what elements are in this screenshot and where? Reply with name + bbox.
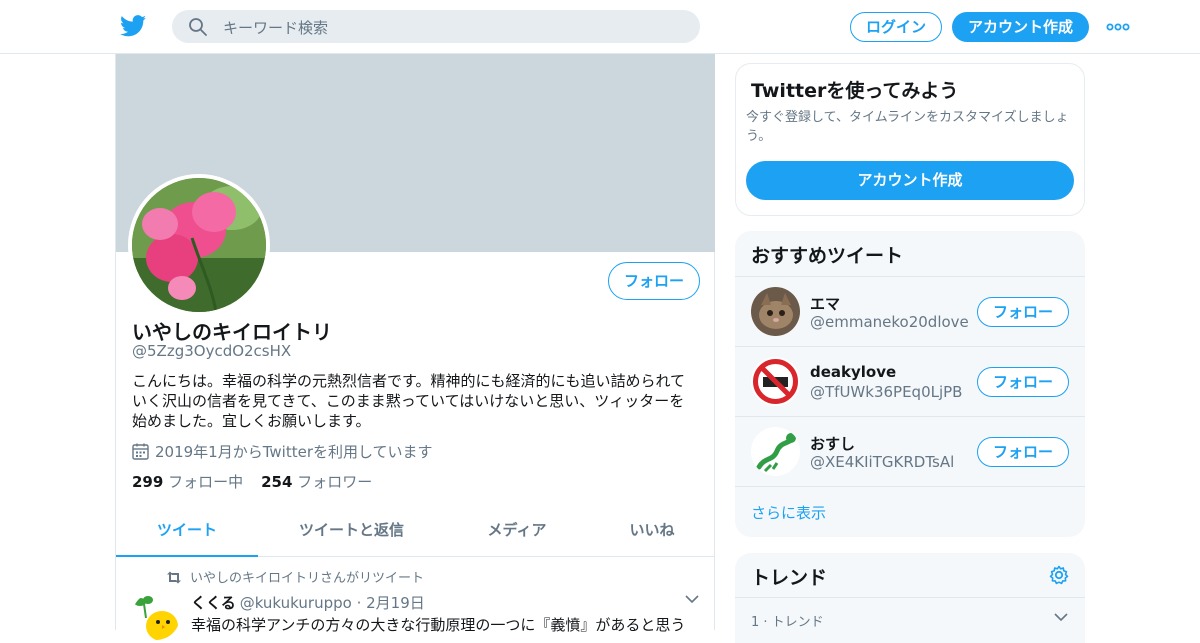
recommended-name[interactable]: おすし xyxy=(810,433,855,454)
divider xyxy=(735,597,1085,598)
avatar[interactable] xyxy=(751,427,800,476)
recommended-item[interactable]: deakylove @TfUWk36PEq0LjPB フォロー xyxy=(735,347,1085,417)
profile-handle: @5Zzg3OycdO2csHX xyxy=(132,342,292,360)
top-navigation-bar: キーワード検索 ログイン アカウント作成 xyxy=(0,0,1200,54)
gear-icon[interactable] xyxy=(1048,564,1070,586)
following-label: フォロー中 xyxy=(168,473,244,491)
flower-avatar-image xyxy=(132,178,266,312)
tab-tweets[interactable]: ツイート xyxy=(116,507,258,557)
trend-rank-label: 1 · トレンド xyxy=(751,615,824,630)
avatar[interactable] xyxy=(751,357,800,406)
search-box[interactable]: キーワード検索 xyxy=(172,10,700,43)
profile-avatar[interactable] xyxy=(128,174,270,316)
recommended-handle: @emmaneko20dlove xyxy=(810,313,969,331)
followers-link[interactable]: 254 フォロワー xyxy=(261,473,372,491)
signup-card-button[interactable]: アカウント作成 xyxy=(746,161,1074,200)
bio-line: いく沢山の信者を見てきて、このまま黙っていてはいけないと思い、ツィッターを xyxy=(132,392,685,410)
retweet-note-text: いやしのキイロイトリさんがリツイート xyxy=(190,571,425,586)
followers-count: 254 xyxy=(261,473,293,491)
following-count: 299 xyxy=(132,473,164,491)
search-icon xyxy=(189,18,207,36)
divider xyxy=(735,486,1085,487)
chevron-down-icon[interactable] xyxy=(684,591,700,607)
tweet-author-avatar[interactable] xyxy=(132,592,180,640)
avatar[interactable] xyxy=(751,287,800,336)
signup-card-title: Twitterを使ってみよう xyxy=(751,80,959,102)
profile-joined-date: 2019年1月からTwitterを利用しています xyxy=(132,441,433,462)
dragon-avatar-image xyxy=(751,427,800,476)
tweet-author-handle[interactable]: @kukukuruppo xyxy=(240,594,352,612)
calendar-icon xyxy=(132,443,149,460)
follow-button[interactable]: フォロー xyxy=(977,367,1069,397)
bio-line: こんにちは。幸福の科学の元熱烈信者です。精神的にも経済的にも追い詰められて xyxy=(132,372,686,390)
followers-label: フォロワー xyxy=(297,473,373,491)
signup-button[interactable]: アカウント作成 xyxy=(952,12,1089,42)
profile-name: いやしのキイロイトリ xyxy=(132,320,332,344)
following-link[interactable]: 299 フォロー中 xyxy=(132,473,243,491)
more-dots-icon[interactable] xyxy=(1106,18,1130,36)
recommended-name[interactable]: deakylove xyxy=(810,363,896,381)
login-button[interactable]: ログイン xyxy=(850,12,942,42)
profile-column: フォロー いやしのキイロイトリ @5Zzg3OycdO2csHX こんにちは。幸… xyxy=(115,54,715,640)
no-sign-avatar-image xyxy=(751,357,800,406)
tweet-text: 幸福の科学アンチの方々の大きな行動原理の一つに『義憤』があると思う xyxy=(191,616,686,634)
follow-button[interactable]: フォロー xyxy=(608,262,700,300)
profile-tabs: ツイート ツイートと返信 メディア いいね xyxy=(116,507,715,557)
tab-likes[interactable]: いいね xyxy=(589,507,715,557)
recommended-panel: おすすめツイート エマ @emmaneko20dlove フォロー deakyl… xyxy=(735,231,1085,537)
follow-button[interactable]: フォロー xyxy=(977,297,1069,327)
tab-tweets-and-replies[interactable]: ツイートと返信 xyxy=(258,507,445,557)
tweet-header: くくる @kukukuruppo · 2月19日 xyxy=(191,592,425,613)
tweet-author-name[interactable]: くくる xyxy=(191,594,236,612)
tweet-date[interactable]: · 2月19日 xyxy=(357,594,425,612)
recommended-item[interactable]: おすし @XE4KIiTGKRDTsAl フォロー xyxy=(735,417,1085,487)
tab-media[interactable]: メディア xyxy=(445,507,589,557)
retweet-context: いやしのキイロイトリさんがリツイート xyxy=(166,567,424,586)
search-input[interactable]: キーワード検索 xyxy=(223,17,328,38)
follow-button[interactable]: フォロー xyxy=(977,437,1069,467)
recommended-title: おすすめツイート xyxy=(751,245,904,267)
recommended-handle: @TfUWk36PEq0LjPB xyxy=(810,383,963,401)
twitter-bird-icon[interactable] xyxy=(120,14,146,38)
signup-card-body: 今すぐ登録して、タイムラインをカスタマイズしましょう。 xyxy=(746,110,1069,144)
bio-line: 始めました。宜しくお願いします。 xyxy=(132,412,371,430)
recommended-item[interactable]: エマ @emmaneko20dlove フォロー xyxy=(735,277,1085,347)
joined-text: 2019年1月からTwitterを利用しています xyxy=(155,443,433,461)
retweet-icon xyxy=(167,571,181,584)
profile-bio: こんにちは。幸福の科学の元熱烈信者です。精神的にも経済的にも追い詰められて いく… xyxy=(132,371,700,431)
recommended-name[interactable]: エマ xyxy=(810,293,840,314)
profile-stats: 299 フォロー中 254 フォロワー xyxy=(132,471,372,492)
trends-title: トレンド xyxy=(751,567,828,589)
signup-card: Twitterを使ってみよう 今すぐ登録して、タイムラインをカスタマイズしましょ… xyxy=(735,63,1085,216)
chevron-down-icon[interactable] xyxy=(1053,609,1069,625)
cat-avatar-image xyxy=(751,287,800,336)
chick-avatar-image xyxy=(132,592,180,640)
show-more-link[interactable]: さらに表示 xyxy=(751,502,826,523)
recommended-handle: @XE4KIiTGKRDTsAl xyxy=(810,453,955,471)
